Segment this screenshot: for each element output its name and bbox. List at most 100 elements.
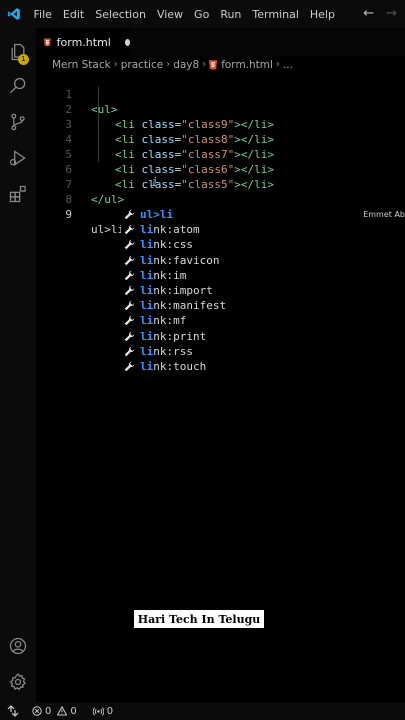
search-icon[interactable] bbox=[0, 70, 36, 102]
title-bar: File Edit Selection View Go Run Terminal… bbox=[0, 0, 405, 28]
code-line: 6 <li class="class5"></li> bbox=[36, 147, 405, 191]
menu-bar: File Edit Selection View Go Run Terminal… bbox=[28, 8, 340, 21]
suggestion-item[interactable]: link:atom bbox=[121, 222, 405, 237]
code-line: 5 <li class="class6"></li> bbox=[36, 132, 405, 176]
menu-view[interactable]: View bbox=[151, 8, 188, 21]
code-line-active: 9 ul>li bbox=[36, 192, 405, 237]
suggestion-item[interactable]: link:mf bbox=[121, 313, 405, 328]
unsaved-dot-icon[interactable] bbox=[124, 38, 130, 46]
breadcrumb-item-day8[interactable]: day8 bbox=[173, 59, 199, 71]
suggestion-rest: nk:mf bbox=[153, 314, 187, 328]
wrench-icon bbox=[124, 331, 138, 342]
editor-tab-bar: form.html bbox=[36, 28, 405, 56]
suggestion-match: li bbox=[140, 268, 154, 282]
suggestion-item[interactable]: link:im bbox=[121, 268, 405, 283]
suggestion-match: li bbox=[140, 223, 154, 237]
wrench-icon bbox=[124, 224, 138, 235]
suggestion-match: li bbox=[140, 284, 154, 297]
wrench-icon bbox=[124, 239, 138, 250]
wrench-icon bbox=[124, 255, 138, 266]
suggestion-rest: nk:im bbox=[153, 268, 187, 282]
warning-icon bbox=[57, 706, 68, 716]
mouse-ibeam-icon: ⅈ bbox=[151, 175, 159, 189]
code-line: 1 <ul> bbox=[36, 72, 405, 116]
suggestion-item[interactable]: link:print bbox=[121, 329, 405, 344]
tab-form-html[interactable]: form.html bbox=[36, 28, 130, 56]
navigation-arrows: ← → bbox=[363, 6, 397, 21]
suggestion-detail: Emmet Ab bbox=[363, 210, 405, 219]
suggestion-match: li bbox=[140, 344, 154, 358]
suggestion-match: li bbox=[140, 314, 154, 328]
error-icon bbox=[32, 706, 42, 716]
breadcrumb-item-symbols[interactable]: ... bbox=[283, 59, 293, 71]
code-line: 2 <li class="class9"></li> bbox=[36, 87, 405, 131]
wrench-icon bbox=[124, 300, 138, 311]
suggestion-rest: nk:atom bbox=[153, 223, 200, 237]
suggestion-item[interactable]: ul>li Emmet Ab bbox=[121, 207, 405, 222]
suggestion-rest: nk:touch bbox=[153, 360, 207, 373]
breadcrumb-chevron-icon: › bbox=[202, 59, 207, 70]
emmet-abbreviation: ul>li bbox=[91, 223, 125, 236]
source-control-icon[interactable] bbox=[0, 106, 36, 138]
menu-help[interactable]: Help bbox=[304, 8, 340, 21]
code-editor[interactable]: 1 <ul> 2 <li class="class9"></li> 3 <li … bbox=[36, 72, 405, 692]
breadcrumb-item-form-html[interactable]: form.html bbox=[221, 59, 273, 71]
code-line: 7 </ul> bbox=[36, 162, 405, 206]
status-bar: 0 0 0 bbox=[0, 702, 405, 720]
suggestion-match: li bbox=[140, 360, 154, 373]
suggestion-item[interactable]: link:rss bbox=[121, 344, 405, 359]
autocomplete-suggestions[interactable]: ul>li Emmet Ab link:atom link:css link:f… bbox=[121, 207, 405, 375]
run-debug-icon[interactable] bbox=[0, 142, 36, 174]
back-arrow-icon[interactable]: ← bbox=[363, 6, 374, 21]
code-line: 3 <li class="class8"></li> bbox=[36, 102, 405, 146]
forward-arrow-icon[interactable]: → bbox=[386, 6, 397, 21]
vscode-logo-icon bbox=[0, 0, 28, 28]
ports-count: 0 bbox=[106, 705, 114, 717]
menu-run[interactable]: Run bbox=[215, 8, 247, 21]
suggestion-rest: nk:css bbox=[153, 238, 193, 252]
code-line: 4 <li class="class7"></li> bbox=[36, 117, 405, 161]
wrench-icon bbox=[124, 361, 138, 372]
explorer-icon[interactable]: 1 bbox=[0, 36, 36, 68]
activity-bar: 1 bbox=[0, 28, 36, 702]
suggestion-item[interactable]: link:import bbox=[121, 283, 405, 298]
remote-indicator-icon[interactable] bbox=[0, 702, 26, 720]
suggestion-item[interactable]: link:manifest bbox=[121, 298, 405, 313]
settings-gear-icon[interactable] bbox=[0, 666, 36, 698]
menu-terminal[interactable]: Terminal bbox=[247, 8, 305, 21]
suggestion-match: li bbox=[140, 329, 154, 343]
menu-edit[interactable]: Edit bbox=[57, 8, 89, 21]
suggestion-rest: nk:favicon bbox=[153, 253, 220, 267]
breadcrumb-item-mern-stack[interactable]: Mern Stack bbox=[52, 59, 111, 71]
suggestion-match: ul>li bbox=[140, 208, 174, 221]
wrench-icon bbox=[124, 209, 138, 220]
suggestion-item[interactable]: link:favicon bbox=[121, 253, 405, 268]
suggestion-match: li bbox=[140, 299, 154, 313]
problems-indicator[interactable]: 0 0 bbox=[32, 706, 77, 717]
broadcast-icon bbox=[92, 706, 104, 716]
ports-indicator[interactable]: 0 bbox=[92, 705, 114, 717]
wrench-icon bbox=[124, 285, 138, 296]
menu-selection[interactable]: Selection bbox=[90, 8, 152, 21]
code-line: 8 bbox=[36, 177, 405, 206]
html-file-icon bbox=[44, 38, 51, 46]
tab-label: form.html bbox=[56, 35, 111, 49]
suggestion-match: li bbox=[140, 253, 154, 267]
menu-go[interactable]: Go bbox=[189, 8, 215, 21]
breadcrumb-chevron-icon: › bbox=[275, 59, 280, 70]
breadcrumb-item-practice[interactable]: practice bbox=[121, 59, 163, 71]
error-count: 0 bbox=[45, 705, 52, 717]
watermark-text: Hari Tech In Telugu bbox=[137, 612, 261, 626]
breadcrumb-chevron-icon: › bbox=[166, 59, 171, 70]
suggestion-item[interactable]: link:touch bbox=[121, 359, 405, 374]
extensions-icon[interactable] bbox=[0, 178, 36, 210]
explorer-badge: 1 bbox=[18, 54, 29, 65]
line-number-active: 9 bbox=[65, 208, 72, 221]
menu-file[interactable]: File bbox=[28, 8, 57, 21]
channel-watermark: Hari Tech In Telugu bbox=[133, 609, 265, 629]
breadcrumb-chevron-icon: › bbox=[113, 59, 118, 70]
account-icon[interactable] bbox=[0, 630, 36, 662]
warning-count: 0 bbox=[70, 705, 77, 717]
suggestion-item[interactable]: link:css bbox=[121, 237, 405, 252]
suggestion-rest: nk:manifest bbox=[153, 299, 227, 313]
